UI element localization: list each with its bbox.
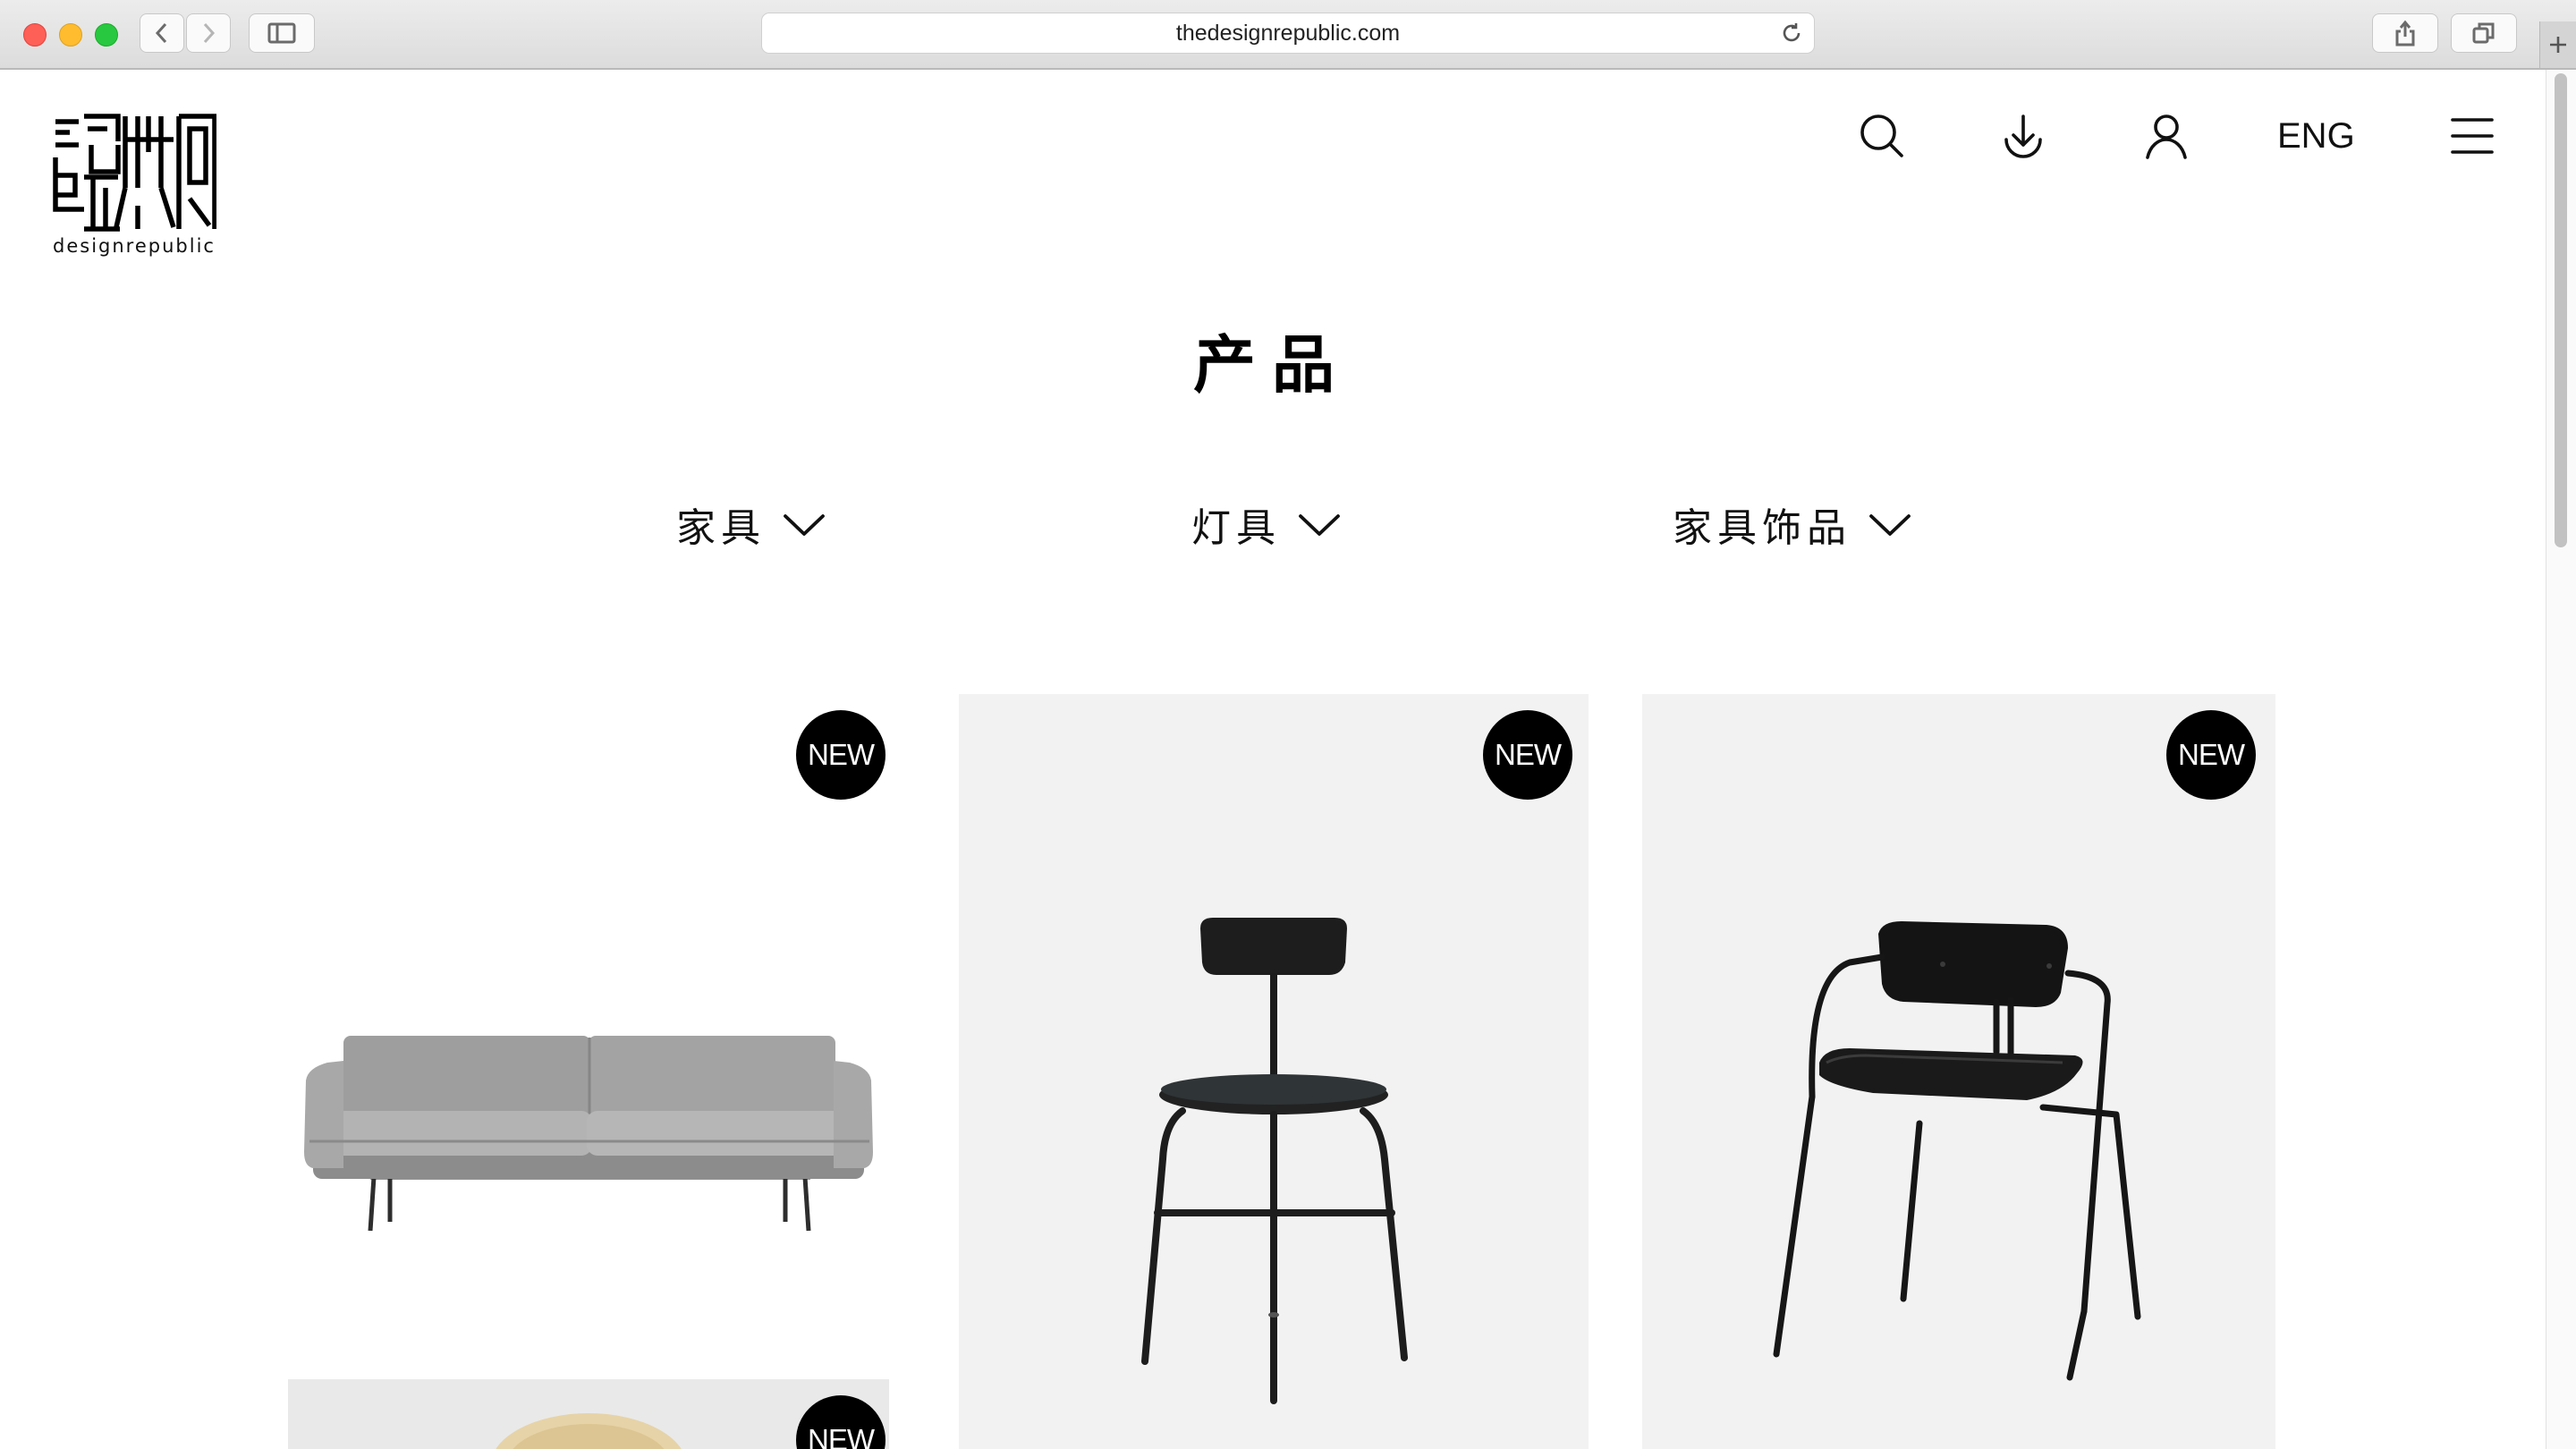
- chevron-down-icon: [784, 514, 825, 536]
- chevron-right-icon: [203, 22, 216, 44]
- download-icon: [2004, 114, 2042, 158]
- tabs-icon: [2472, 22, 2495, 44]
- product-card[interactable]: NEW: [1642, 694, 2275, 1449]
- tabs-overview-button[interactable]: [2451, 13, 2517, 53]
- close-window-button[interactable]: [23, 23, 47, 47]
- account-button[interactable]: [2141, 111, 2191, 161]
- search-icon: [1860, 114, 1903, 157]
- menu-icon: [2451, 118, 2494, 154]
- maximize-window-button[interactable]: [95, 23, 118, 47]
- chevron-down-icon: [1869, 514, 1911, 536]
- back-button[interactable]: [140, 13, 184, 53]
- product-card[interactable]: NEW: [288, 1379, 889, 1449]
- logo-mark: [53, 114, 217, 232]
- filter-accessories[interactable]: 家具饰品: [1673, 497, 1912, 551]
- user-icon: [2146, 114, 2187, 159]
- language-switch[interactable]: ENG: [2277, 113, 2355, 159]
- page-title: 产品: [1193, 328, 1351, 402]
- bar-chair-image: [1141, 918, 1408, 1404]
- filter-lighting[interactable]: 灯具: [1191, 497, 1342, 551]
- forward-button[interactable]: [186, 13, 231, 53]
- filter-label: 家具: [676, 505, 766, 551]
- sidebar-icon: [267, 22, 296, 44]
- url-text: thedesignrepublic.com: [1175, 20, 1401, 46]
- product-card[interactable]: NEW: [288, 694, 889, 1352]
- address-bar[interactable]: thedesignrepublic.com: [761, 13, 1815, 54]
- reload-icon[interactable]: [1780, 21, 1803, 45]
- share-button[interactable]: [2372, 13, 2438, 53]
- filter-furniture[interactable]: 家具: [676, 497, 826, 551]
- new-badge: NEW: [1483, 710, 1572, 800]
- new-tab-button[interactable]: [2539, 21, 2576, 68]
- scrollbar-thumb[interactable]: [2555, 73, 2567, 547]
- chevron-down-icon: [1299, 514, 1340, 536]
- minimize-window-button[interactable]: [59, 23, 82, 47]
- chevron-left-icon: [155, 22, 167, 44]
- sofa-image: [304, 1036, 873, 1232]
- filter-label: 家具饰品: [1673, 505, 1852, 551]
- share-icon: [2395, 20, 2415, 47]
- menu-button[interactable]: [2447, 111, 2497, 161]
- plus-icon: [2550, 37, 2566, 53]
- sidebar-toggle-button[interactable]: [249, 13, 315, 53]
- browser-toolbar: thedesignrepublic.com: [0, 0, 2576, 70]
- logo-wordmark: designrepublic: [53, 235, 216, 257]
- download-button[interactable]: [1998, 111, 2048, 161]
- new-badge: NEW: [2166, 710, 2256, 800]
- armchair-image: [1773, 921, 2141, 1381]
- filter-label: 灯具: [1191, 505, 1281, 551]
- site-logo[interactable]: designrepublic: [52, 113, 217, 258]
- new-badge: NEW: [796, 710, 886, 800]
- product-card[interactable]: NEW: [959, 694, 1589, 1449]
- search-button[interactable]: [1857, 111, 1907, 161]
